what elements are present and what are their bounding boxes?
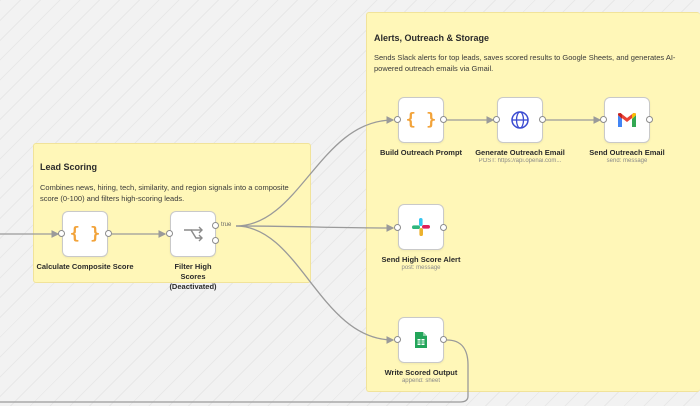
code-braces-icon: { } (69, 224, 101, 244)
node-label: Write Scored Output (384, 368, 458, 377)
node-subtitle: send: message (606, 158, 648, 164)
output-port[interactable] (105, 230, 112, 237)
input-port[interactable] (166, 230, 173, 237)
node-send-outreach-email[interactable] (604, 97, 650, 143)
google-sheets-icon (415, 332, 427, 348)
input-port[interactable] (493, 116, 500, 123)
node-subtitle: post: message (401, 265, 441, 271)
node-subtitle: POST: https://api.openai.com... (478, 158, 562, 164)
input-port[interactable] (394, 336, 401, 343)
input-port[interactable] (58, 230, 65, 237)
node-subtitle: append: sheet (401, 378, 441, 384)
node-send-high-score-alert[interactable] (398, 204, 444, 250)
node-label: Calculate Composite Score (36, 262, 134, 271)
filter-branch-icon (184, 226, 203, 242)
output-port[interactable] (646, 116, 653, 123)
node-label: Send High Score Alert (381, 255, 461, 264)
code-braces-icon: { } (405, 110, 437, 130)
node-label: Send Outreach Email (589, 148, 665, 157)
sticky-title: Lead Scoring (40, 162, 98, 172)
node-label: Generate Outreach Email (475, 148, 565, 157)
input-port[interactable] (394, 224, 401, 231)
branch-label-true: true (221, 222, 232, 228)
output-port[interactable] (440, 336, 447, 343)
globe-icon (511, 111, 529, 129)
node-write-scored-output[interactable] (398, 317, 444, 363)
output-port-false[interactable] (212, 237, 219, 244)
input-port[interactable] (600, 116, 607, 123)
node-filter-high-scores[interactable] (170, 211, 216, 257)
input-port[interactable] (394, 116, 401, 123)
sticky-description: Combines news, hiring, tech, similarity,… (40, 183, 289, 203)
node-label: Filter High Scores (Deactivated) (169, 262, 217, 291)
output-port[interactable] (440, 224, 447, 231)
gmail-icon (618, 113, 636, 127)
output-port-true[interactable] (212, 222, 219, 229)
node-build-outreach-prompt[interactable]: { } (398, 97, 444, 143)
output-port[interactable] (440, 116, 447, 123)
slack-icon (412, 218, 430, 236)
node-calculate-composite-score[interactable]: { } (62, 211, 108, 257)
sticky-description: Sends Slack alerts for top leads, saves … (374, 53, 676, 73)
node-generate-outreach-email[interactable] (497, 97, 543, 143)
workflow-canvas[interactable]: Lead Scoring Combines news, hiring, tech… (0, 0, 700, 406)
output-port[interactable] (539, 116, 546, 123)
sticky-title: Alerts, Outreach & Storage (374, 33, 490, 43)
